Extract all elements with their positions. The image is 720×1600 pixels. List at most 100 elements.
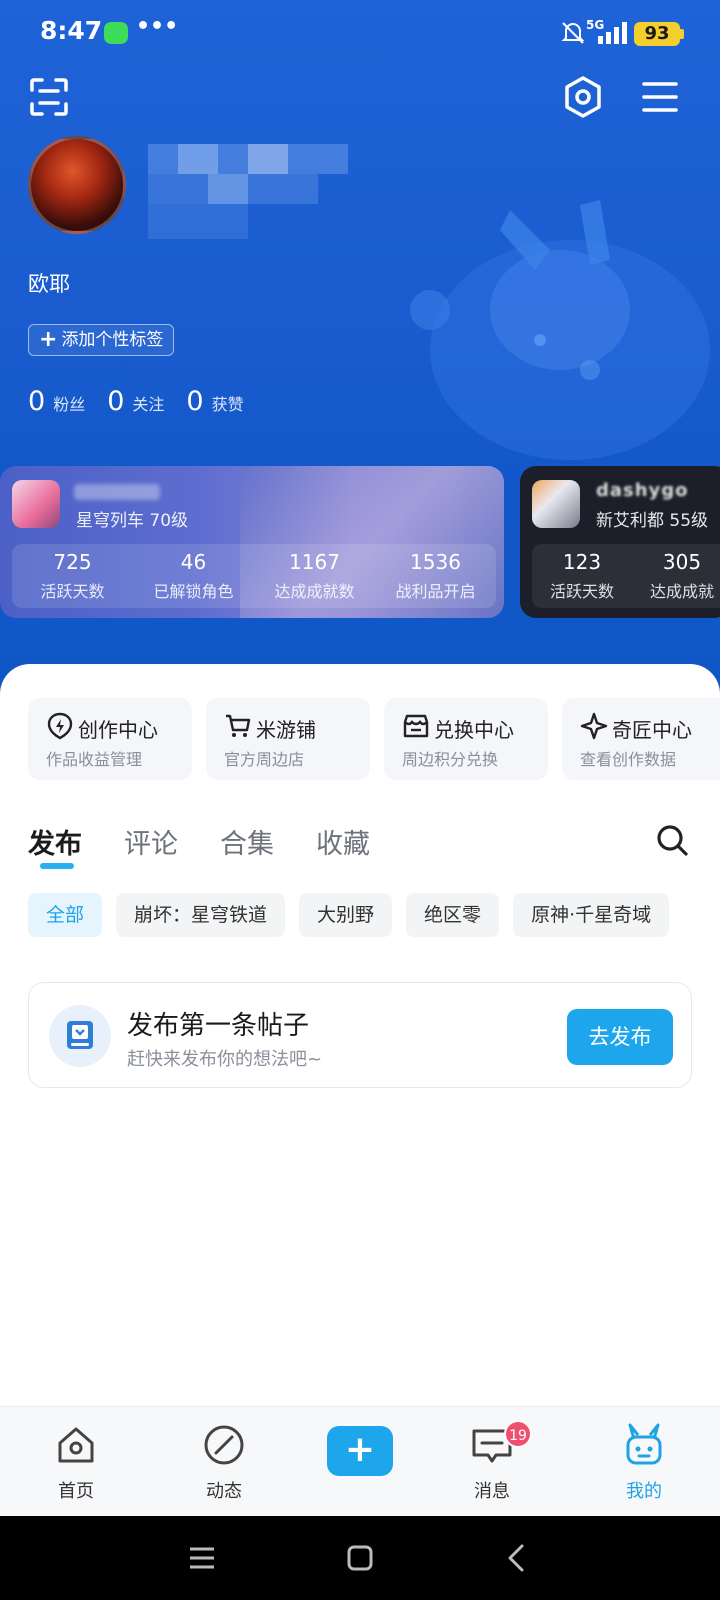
game-icon (12, 480, 60, 528)
go-publish-button[interactable]: 去发布 (567, 1009, 673, 1065)
game-stat-label: 活跃天数 (549, 582, 614, 601)
game-icon (532, 480, 580, 528)
tool-exchange[interactable]: 兑换中心 周边积分兑换 (384, 698, 548, 780)
game-stat: 123 活跃天数 (532, 544, 632, 608)
blurred-nickname (148, 144, 348, 239)
followers-stat[interactable]: 0 粉丝 (28, 386, 85, 417)
likes-stat[interactable]: 0 获赞 (186, 386, 243, 417)
game-record-card-starrail[interactable]: 星穹列车 70级 725 活跃天数 46 已解锁角色 1167 达成成就数 15… (0, 466, 504, 618)
tool-subtitle: 查看创作数据 (580, 750, 677, 769)
content-tabs: 发布 评论 合集 收藏 (28, 822, 412, 861)
battery-icon (680, 29, 684, 39)
menu-icon[interactable] (638, 76, 682, 118)
tab-favorites[interactable]: 收藏 (316, 822, 370, 861)
nav-messages[interactable]: 消息 (432, 1407, 552, 1517)
profile-stats: 0 粉丝 0 关注 0 获赞 (28, 386, 266, 417)
plus-icon: + (39, 327, 58, 352)
recent-apps-icon[interactable] (184, 1540, 220, 1576)
mascot-illustration (410, 200, 710, 460)
game-stat: 46 已解锁角色 (133, 544, 254, 608)
game-stat: 1536 战利品开启 (375, 544, 496, 608)
tab-comments[interactable]: 评论 (124, 822, 178, 861)
chip-starrail[interactable]: 崩坏：星穹铁道 (116, 893, 286, 937)
stat-value: 0 (186, 386, 204, 417)
following-stat[interactable]: 0 关注 (107, 386, 164, 417)
player-name: dashygo (596, 480, 689, 501)
nav-label: 首页 (58, 1481, 94, 1502)
username: 欧耶 (28, 272, 70, 296)
chip-genshin[interactable]: 原神·千星奇域 (513, 893, 670, 937)
status-bar: 8:47 ••• 5G 93 (0, 0, 720, 66)
lightning-shield-icon (47, 712, 73, 740)
mute-bell-icon (561, 22, 585, 44)
tool-title: 米游铺 (256, 718, 316, 742)
tool-subtitle: 官方周边店 (224, 750, 305, 769)
document-icon (67, 1021, 93, 1049)
stat-label: 获赞 (211, 395, 244, 414)
stat-value: 0 (107, 386, 125, 417)
tool-subtitle: 作品收益管理 (46, 750, 143, 769)
game-stat-value: 1536 (410, 550, 461, 574)
home-button-icon[interactable] (342, 1540, 378, 1576)
nav-me[interactable]: 我的 (584, 1407, 704, 1517)
chip-all[interactable]: 全部 (28, 893, 103, 937)
tab-posts[interactable]: 发布 (28, 822, 82, 861)
game-record-card-zzz[interactable]: dashygo 新艾利都 55级 123 活跃天数 305 达成成就 (520, 466, 720, 618)
avatar[interactable] (28, 136, 126, 234)
nav-label: 消息 (474, 1481, 510, 1502)
game-stat: 1167 达成成就数 (254, 544, 375, 608)
nav-label: 动态 (206, 1481, 242, 1502)
chip-villa[interactable]: 大别野 (299, 893, 393, 937)
profile-header: 8:47 ••• 5G 93 欧耶 + 添加个性标签 0 粉丝 0 关注 0 获… (0, 0, 720, 700)
store-icon (403, 714, 429, 738)
tool-artisan-center[interactable]: 奇匠中心 查看创作数据 (562, 698, 720, 780)
more-notifications-icon: ••• (136, 14, 179, 39)
nav-label: 我的 (626, 1481, 662, 1502)
search-icon[interactable] (654, 822, 690, 858)
game-stat-value: 305 (662, 550, 702, 574)
tool-title: 奇匠中心 (612, 718, 692, 742)
message-count-badge: 19 (504, 1420, 532, 1448)
game-stat-value: 46 (180, 550, 207, 574)
mascot-profile-icon (626, 1423, 662, 1465)
stat-value: 0 (28, 386, 46, 417)
first-post-prompt: 发布第一条帖子 赶快来发布你的想法吧~ 去发布 (28, 982, 692, 1088)
game-level: 星穹列车 70级 (76, 511, 189, 531)
game-stats: 123 活跃天数 305 达成成就 (532, 544, 720, 608)
tool-creation-center[interactable]: 创作中心 作品收益管理 (28, 698, 192, 780)
scan-icon[interactable] (28, 76, 70, 118)
nav-home[interactable]: 首页 (16, 1407, 136, 1517)
tool-title: 兑换中心 (434, 718, 514, 742)
tool-title: 创作中心 (78, 718, 158, 742)
tool-shop[interactable]: 米游铺 官方周边店 (206, 698, 370, 780)
system-navigation-bar (0, 1516, 720, 1600)
game-stats: 725 活跃天数 46 已解锁角色 1167 达成成就数 1536 战利品开启 (12, 544, 496, 608)
tool-subtitle: 周边积分兑换 (402, 750, 499, 769)
tab-collections[interactable]: 合集 (220, 822, 274, 861)
game-stat-value: 1167 (289, 550, 340, 574)
signal-icon (598, 22, 627, 44)
stat-label: 关注 (132, 395, 165, 414)
empty-post-subtitle: 赶快来发布你的想法吧~ (127, 1049, 323, 1070)
back-icon[interactable] (500, 1540, 536, 1576)
status-time: 8:47 (40, 16, 103, 45)
nav-feed[interactable]: 动态 (164, 1407, 284, 1517)
battery-level: 93 (634, 22, 680, 46)
game-stat-label: 活跃天数 (40, 582, 105, 601)
game-stat-value: 123 (562, 550, 602, 574)
create-post-button[interactable]: + (327, 1426, 393, 1476)
game-stat: 305 达成成就 (632, 544, 720, 608)
stat-label: 粉丝 (53, 395, 86, 414)
sparkle-icon (580, 712, 608, 740)
cart-icon (226, 714, 251, 737)
game-stat-value: 725 (53, 550, 92, 574)
settings-icon[interactable] (560, 74, 606, 120)
chip-zzz[interactable]: 绝区零 (406, 893, 500, 937)
empty-post-title: 发布第一条帖子 (127, 1011, 310, 1041)
active-tab-indicator (40, 863, 74, 869)
add-tag-button[interactable]: + 添加个性标签 (28, 324, 175, 356)
post-icon-circle (49, 1005, 111, 1067)
game-stat-label: 达成成就 (649, 582, 714, 601)
game-level: 新艾利都 55级 (596, 511, 709, 531)
game-filter-chips: 全部 崩坏：星穹铁道 大别野 绝区零 原神·千星奇域 (28, 893, 683, 937)
